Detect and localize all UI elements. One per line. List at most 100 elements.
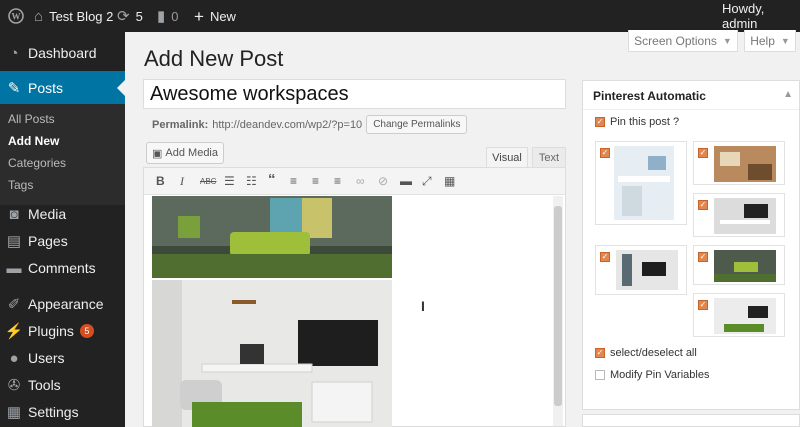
image-thumb-card: ✓ (693, 245, 785, 285)
editor-scrollbar[interactable] (553, 196, 563, 426)
numbered-list-icon[interactable]: ☷ (246, 174, 257, 188)
editor-content-images[interactable] (152, 196, 392, 427)
menu-settings[interactable]: ▦ Settings (0, 395, 125, 427)
submenu-categories[interactable]: Categories (8, 156, 66, 170)
updates-link[interactable]: ⟳ 5 (117, 0, 143, 32)
editor-toolbar: B I ABC ☰ ☷ “ ≡ ≡ ≡ ∞ ⊘ ▬ ⤢ ▦ (144, 168, 565, 195)
menu-posts[interactable]: ✎ Posts (0, 71, 125, 105)
align-left-icon[interactable]: ≡ (290, 174, 297, 188)
image-pin-checkbox[interactable]: ✓ (600, 252, 610, 262)
screen-options-button[interactable]: Screen Options ▼ (628, 30, 738, 52)
submenu-all-posts[interactable]: All Posts (8, 112, 55, 126)
caret-down-icon: ▼ (780, 35, 790, 46)
dashboard-icon: ◔ (9, 44, 19, 62)
menu-posts-label: Posts (28, 80, 64, 96)
comments-link[interactable]: ▮ 0 (157, 0, 179, 32)
help-button[interactable]: Help ▼ (744, 30, 796, 52)
media-camera-icon: ▣ (152, 147, 163, 160)
image-pin-checkbox[interactable]: ✓ (698, 148, 708, 158)
comment-bubble-icon: ▮ (157, 7, 166, 25)
new-label: New (209, 8, 236, 24)
tab-visual[interactable]: Visual (486, 147, 528, 167)
change-permalinks-button[interactable]: Change Permalinks (366, 115, 468, 134)
unlink-icon[interactable]: ⊘ (378, 174, 388, 188)
users-icon: ● (9, 349, 19, 367)
align-right-icon[interactable]: ≡ (334, 174, 341, 188)
my-account-link[interactable]: Howdy, admin (722, 0, 800, 32)
select-all-label: select/deselect all (610, 347, 697, 359)
italic-button[interactable]: I (180, 174, 184, 189)
pinterest-box-title: Pinterest Automatic (593, 89, 706, 103)
image-thumb-card: ✓ (595, 245, 687, 295)
bold-button[interactable]: B (156, 174, 165, 188)
thumbnail-image (714, 146, 776, 182)
menu-tools-label: Tools (28, 377, 61, 393)
help-label: Help (750, 33, 775, 48)
menu-dashboard[interactable]: ◔ Dashboard (0, 36, 125, 70)
submenu-tags[interactable]: Tags (8, 178, 33, 192)
caret-down-icon: ▼ (722, 35, 732, 46)
post-editor[interactable]: B I ABC ☰ ☷ “ ≡ ≡ ≡ ∞ ⊘ ▬ ⤢ ▦ (143, 167, 566, 427)
screen-options-label: Screen Options (634, 33, 717, 48)
home-icon: ⌂ (34, 7, 44, 25)
comments-icon: ▬ (6, 259, 22, 277)
post-title-input[interactable] (143, 79, 566, 109)
admin-bar: W ⌂ Test Blog 2 ⟳ 5 ▮ 0 + New Howdy, adm… (0, 0, 800, 32)
updates-count: 5 (135, 8, 143, 24)
menu-dashboard-label: Dashboard (28, 45, 97, 61)
pushpin-icon: ✎ (7, 80, 21, 97)
select-all-checkbox[interactable]: ✓ (595, 348, 605, 358)
admin-sidebar: ◔ Dashboard ✎ Posts All Posts Add New Ca… (0, 32, 125, 427)
pin-this-post-label: Pin this post ? (610, 116, 680, 128)
text-cursor-icon: I (421, 298, 425, 314)
insert-more-icon[interactable]: ▬ (400, 174, 412, 188)
pin-this-post-checkbox[interactable]: ✓ (595, 117, 605, 127)
permalink-label: Permalink: (152, 118, 209, 131)
site-name-link[interactable]: ⌂ Test Blog 2 (34, 0, 113, 32)
image-pin-checkbox[interactable]: ✓ (698, 300, 708, 310)
strikethrough-button[interactable]: ABC (200, 177, 216, 186)
modify-pin-variables-checkbox[interactable] (595, 370, 605, 380)
menu-settings-label: Settings (28, 404, 79, 420)
toolbar-toggle-icon[interactable]: ▦ (444, 174, 455, 188)
workspace-photos (152, 196, 392, 427)
tab-text[interactable]: Text (532, 147, 566, 167)
comments-count: 0 (171, 8, 179, 24)
blockquote-button[interactable]: “ (268, 171, 276, 188)
page-title: Add New Post (144, 46, 284, 71)
box-divider (583, 109, 799, 110)
menu-pages-label: Pages (28, 233, 68, 249)
align-center-icon[interactable]: ≡ (312, 174, 319, 188)
image-thumb-card: ✓ (693, 141, 785, 185)
plugins-update-badge: 5 (79, 324, 94, 338)
bulleted-list-icon[interactable]: ☰ (224, 174, 235, 188)
submenu-add-new[interactable]: Add New (8, 134, 59, 148)
media-icon: ◙ (9, 205, 19, 223)
fullscreen-icon[interactable]: ⤢ (422, 174, 432, 189)
pages-icon: ▤ (6, 233, 22, 250)
image-thumb-card: ✓ (693, 293, 785, 337)
updates-icon: ⟳ (117, 7, 130, 25)
image-pin-checkbox[interactable]: ✓ (600, 148, 610, 158)
permalink-url[interactable]: http://deandev.com/wp2/?p=10 (212, 119, 362, 131)
menu-comments[interactable]: ▬ Comments (0, 251, 125, 285)
add-media-button[interactable]: ▣ Add Media (146, 142, 224, 164)
publish-box-top (582, 414, 800, 427)
svg-text:W: W (12, 12, 21, 22)
editor-scroll-thumb[interactable] (554, 206, 562, 406)
image-pin-checkbox[interactable]: ✓ (698, 200, 708, 210)
insert-link-icon[interactable]: ∞ (356, 174, 365, 188)
thumbnail-image (714, 250, 776, 282)
image-pin-checkbox[interactable]: ✓ (698, 252, 708, 262)
settings-icon: ▦ (6, 404, 22, 421)
thumbnail-image (714, 198, 776, 234)
new-content-link[interactable]: + New (194, 0, 236, 32)
image-thumb-card: ✓ (595, 141, 687, 225)
collapse-arrow-icon[interactable]: ▲ (783, 89, 793, 100)
menu-comments-label: Comments (28, 260, 96, 276)
wordpress-logo-icon[interactable]: W (8, 0, 24, 32)
howdy-text: Howdy, admin (722, 1, 765, 31)
image-thumb-card: ✓ (693, 193, 785, 237)
menu-plugins-label: Plugins (28, 323, 74, 339)
wrench-icon: ✇ (7, 377, 21, 394)
